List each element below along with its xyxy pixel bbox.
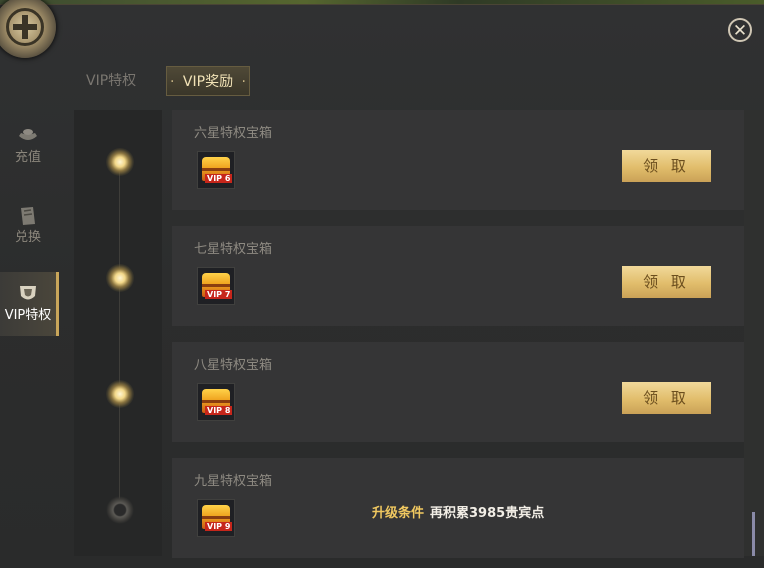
reward-title: 八星特权宝箱 xyxy=(194,358,273,373)
timeline-node-locked xyxy=(106,496,134,524)
sidebar-item-label: 充值 xyxy=(14,150,41,165)
condition-label: 升级条件 xyxy=(372,506,425,521)
reward-title: 七星特权宝箱 xyxy=(194,242,273,257)
vip-level-tag: VIP 8 xyxy=(205,406,233,415)
timeline-column xyxy=(74,110,162,556)
tab-vip-reward[interactable]: VIP奖励 xyxy=(166,66,250,97)
claim-button[interactable]: 领 取 xyxy=(622,150,711,182)
timeline-line xyxy=(119,165,120,510)
vip-level-tag: VIP 6 xyxy=(205,174,233,183)
timeline-node-lit xyxy=(106,380,134,408)
sidebar-item-label: VIP特权 xyxy=(4,308,52,323)
reward-title: 九星特权宝箱 xyxy=(194,474,273,489)
upgrade-condition: 升级条件 再积累3985贵宾点 xyxy=(372,502,544,521)
right-decoration xyxy=(744,110,764,556)
treasure-chest-icon[interactable]: VIP 8 xyxy=(197,383,235,421)
treasure-chest-icon[interactable]: VIP 9 xyxy=(197,499,235,537)
sidebar-item-exchange[interactable]: 兑换 xyxy=(0,204,56,245)
reward-title: 六星特权宝箱 xyxy=(194,126,273,141)
treasure-chest-icon[interactable]: VIP 7 xyxy=(197,267,235,305)
treasure-chest-icon[interactable]: VIP 6 xyxy=(197,151,235,189)
close-icon: ✕ xyxy=(732,21,748,41)
scrollbar[interactable] xyxy=(752,512,755,556)
claim-button[interactable]: 领 取 xyxy=(622,382,711,414)
condition-text: 再积累3985贵宾点 xyxy=(430,506,545,521)
tab-vip-privilege[interactable]: VIP特权 xyxy=(86,66,136,96)
sidebar-item-recharge[interactable]: 充值 xyxy=(0,124,56,165)
sidebar-item-vip[interactable]: VIP特权 xyxy=(0,272,59,336)
vip-level-tag: VIP 9 xyxy=(205,522,233,531)
timeline-node-lit xyxy=(106,264,134,292)
reward-card-9: 九星特权宝箱 VIP 9 升级条件 再积累3985贵宾点 xyxy=(172,458,744,558)
reward-card-8: 八星特权宝箱 VIP 8 领 取 xyxy=(172,342,744,442)
sidebar-item-label: 兑换 xyxy=(14,230,41,245)
vip-level-tag: VIP 7 xyxy=(205,290,233,299)
shield-icon xyxy=(20,286,36,300)
close-button[interactable]: ✕ xyxy=(728,18,752,42)
timeline-node-lit xyxy=(106,148,134,176)
scroll-icon xyxy=(21,207,35,225)
reward-card-6: 六星特权宝箱 VIP 6 领 取 xyxy=(172,110,744,210)
ingot-icon xyxy=(19,129,37,140)
claim-button[interactable]: 领 取 xyxy=(622,266,711,298)
reward-card-7: 七星特权宝箱 VIP 7 领 取 xyxy=(172,226,744,326)
